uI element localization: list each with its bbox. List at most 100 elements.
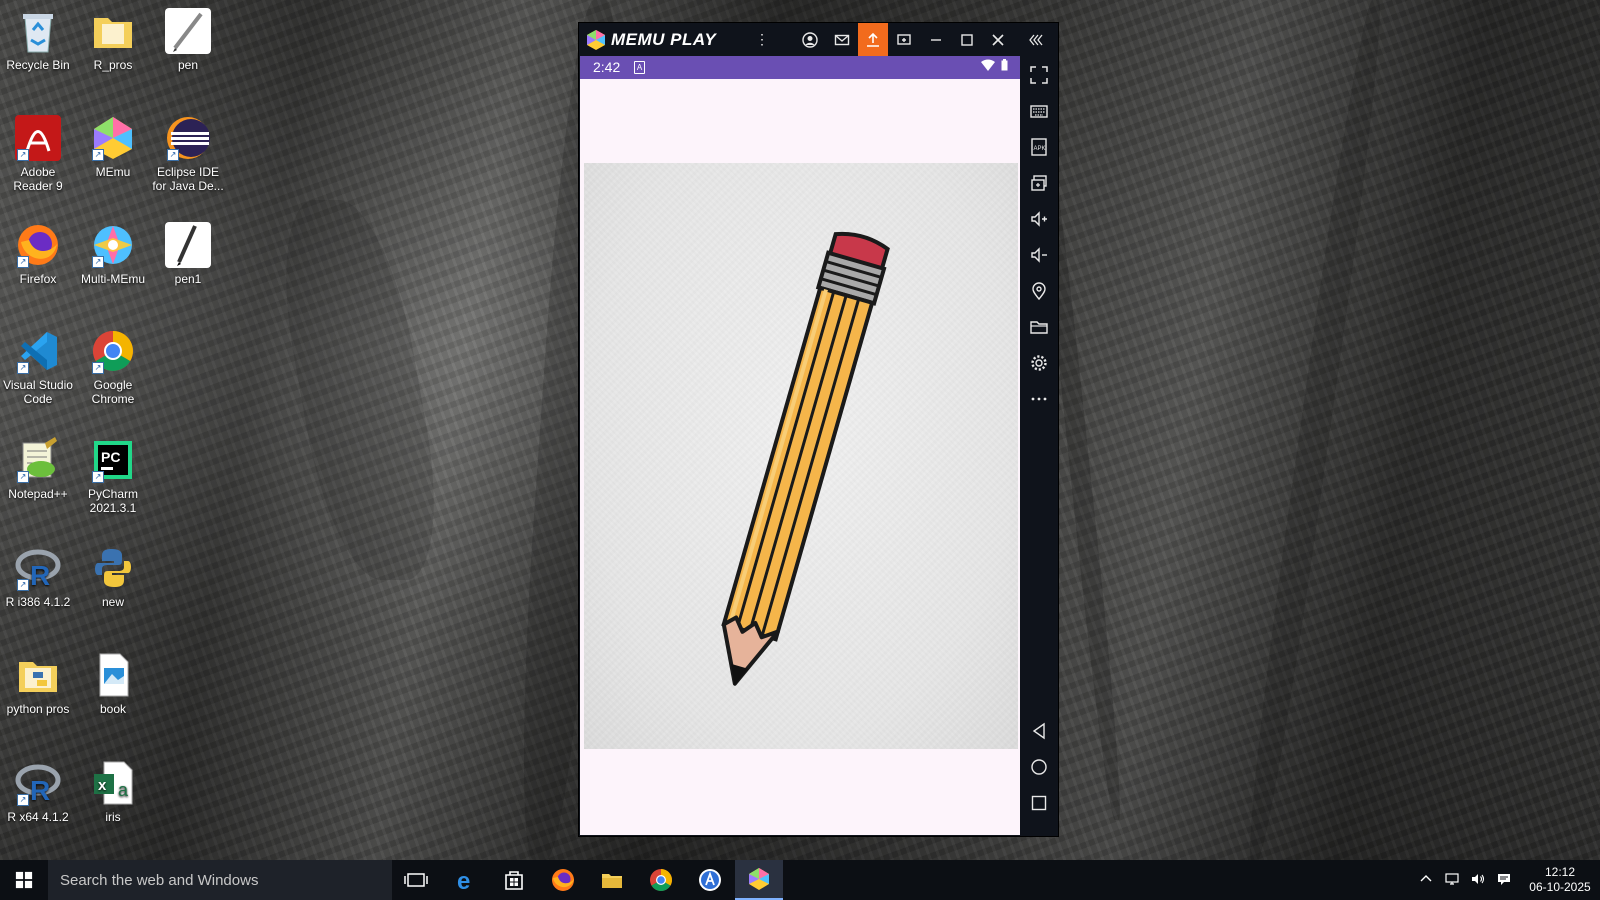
desktop-icon-label: iris: [105, 810, 121, 824]
desktop-icon-pen[interactable]: pen: [152, 8, 224, 72]
desktop-icon-r-x64[interactable]: R ↗ R x64 4.1.2: [2, 760, 74, 824]
shortcut-arrow-icon: ↗: [17, 362, 29, 374]
chrome-taskbar-icon[interactable]: [637, 860, 685, 900]
memu-title: MEMU PLAY: [611, 30, 717, 49]
pencil-drawing-image[interactable]: [584, 163, 1018, 749]
svg-text:PC: PC: [101, 449, 120, 465]
memu-icon: ↗: [90, 115, 136, 161]
desktop-icon-pycharm[interactable]: PC ↗ PyCharm 2021.3.1: [77, 437, 149, 515]
shortcut-arrow-icon: ↗: [17, 256, 29, 268]
excel-file-icon: xa: [90, 760, 136, 806]
desktop-icon-python-pros[interactable]: python pros: [2, 652, 74, 716]
memu-logo-icon: [587, 30, 605, 50]
svg-text:R: R: [30, 560, 50, 591]
network-icon[interactable]: [1444, 871, 1460, 890]
volume-down-icon[interactable]: [1024, 240, 1054, 270]
shortcut-arrow-icon: ↗: [17, 149, 29, 161]
desktop-icon-recycle-bin[interactable]: Recycle Bin: [2, 8, 74, 72]
shortcut-arrow-icon: ↗: [17, 471, 29, 483]
more-horizontal-icon[interactable]: [1024, 384, 1054, 414]
desktop-icon-label: pen: [177, 58, 199, 72]
account-icon[interactable]: [795, 23, 825, 56]
pencil-drawing: [721, 231, 890, 686]
svg-text:a: a: [118, 780, 129, 800]
status-notification-icon: A: [634, 61, 645, 74]
minimize-icon[interactable]: [921, 23, 951, 56]
desktop-icon-label: Firefox: [19, 272, 57, 286]
windows-start-icon[interactable]: [0, 860, 48, 900]
taskbar: Search the web and Windows e 12:12 06-10…: [0, 860, 1600, 900]
multi-window-icon[interactable]: [1024, 168, 1054, 198]
screen-cast-icon[interactable]: [889, 23, 919, 56]
keyboard-icon[interactable]: [1024, 96, 1054, 126]
desktop-icon-chrome[interactable]: ↗ Google Chrome: [77, 328, 149, 406]
desktop-icon-multi-memu[interactable]: ↗ Multi-MEmu: [77, 222, 149, 286]
status-time: 2:42: [593, 59, 621, 75]
taskbar-clock[interactable]: 12:12 06-10-2025: [1528, 865, 1592, 895]
settings-gear-icon[interactable]: [1024, 348, 1054, 378]
task-view-icon[interactable]: [392, 860, 440, 900]
desktop-icon-notepadpp[interactable]: ↗ Notepad++: [2, 437, 74, 501]
battery-icon: [1001, 59, 1008, 71]
collapse-sidebar-icon[interactable]: [1021, 23, 1051, 56]
desktop-icon-r-i386[interactable]: R ↗ R i386 4.1.2: [2, 545, 74, 609]
android-status-bar: 2:42 A: [580, 56, 1020, 79]
android-back-icon[interactable]: [1024, 716, 1054, 746]
recycle-bin-icon: [15, 8, 61, 54]
fullscreen-icon[interactable]: [1024, 60, 1054, 90]
folder-icon[interactable]: [1024, 312, 1054, 342]
firefox-taskbar-icon[interactable]: [539, 860, 587, 900]
shortcut-arrow-icon: ↗: [167, 149, 179, 161]
desktop-icon-label: R i386 4.1.2: [5, 595, 71, 609]
desktop-icon-memu[interactable]: ↗ MEmu: [77, 115, 149, 179]
mail-icon[interactable]: [827, 23, 857, 56]
edge-icon[interactable]: e: [442, 860, 490, 900]
file-explorer-icon[interactable]: [588, 860, 636, 900]
desktop-icon-label: PyCharm 2021.3.1: [87, 487, 138, 515]
desktop-icon-label: Eclipse IDE for Java De...: [152, 165, 224, 193]
svg-text:APK: APK: [1034, 146, 1046, 152]
desktop-icon-firefox[interactable]: ↗ Firefox: [2, 222, 74, 286]
android-home-icon[interactable]: [1024, 752, 1054, 782]
adobe-reader-icon: ↗: [15, 115, 61, 161]
wallpaper-crack: [266, 200, 454, 580]
desktop-icon-label: book: [99, 702, 127, 716]
app-taskbar-icon[interactable]: [686, 860, 734, 900]
eclipse-icon: ↗: [165, 115, 211, 161]
volume-up-icon[interactable]: [1024, 204, 1054, 234]
svg-text:R: R: [30, 775, 50, 806]
desktop-icon-r-pros[interactable]: R_pros: [77, 8, 149, 72]
taskbar-search-box[interactable]: Search the web and Windows: [48, 860, 392, 900]
maximize-icon[interactable]: [952, 23, 982, 56]
system-tray: 12:12 06-10-2025: [1418, 860, 1592, 900]
image-thumbnail-icon: [165, 222, 211, 268]
volume-icon[interactable]: [1470, 871, 1486, 890]
desktop-icon-new[interactable]: new: [77, 545, 149, 609]
android-recents-icon[interactable]: [1024, 788, 1054, 818]
folder-icon: [15, 652, 61, 698]
location-icon[interactable]: [1024, 276, 1054, 306]
image-file-icon: [90, 652, 136, 698]
chevron-up-icon[interactable]: [1418, 871, 1434, 890]
android-screen[interactable]: 2:42 A: [580, 56, 1020, 835]
memu-window[interactable]: MEMU PLAY ⋮ 2:42 A APK: [579, 23, 1058, 836]
apk-install-icon[interactable]: APK: [1024, 132, 1054, 162]
close-icon[interactable]: [983, 23, 1013, 56]
desktop-icon-eclipse[interactable]: ↗ Eclipse IDE for Java De...: [152, 115, 224, 193]
desktop-icon-pen1[interactable]: pen1: [152, 222, 224, 286]
more-options-icon[interactable]: ⋮: [747, 23, 777, 56]
memu-titlebar[interactable]: MEMU PLAY ⋮: [579, 23, 1058, 56]
upload-icon[interactable]: [858, 23, 888, 56]
search-placeholder: Search the web and Windows: [60, 871, 259, 889]
desktop-icon-book[interactable]: book: [77, 652, 149, 716]
shortcut-arrow-icon: ↗: [92, 149, 104, 161]
desktop-icon-vscode[interactable]: ↗ Visual Studio Code: [2, 328, 74, 406]
desktop-icon-iris[interactable]: xa iris: [77, 760, 149, 824]
store-icon[interactable]: [490, 860, 538, 900]
r-language-icon: R ↗: [15, 545, 61, 591]
desktop-icon-adobe-reader[interactable]: ↗ Adobe Reader 9: [2, 115, 74, 193]
memu-taskbar-icon[interactable]: [735, 860, 783, 900]
notifications-icon[interactable]: [1496, 871, 1512, 890]
pycharm-icon: PC ↗: [90, 437, 136, 483]
clock-date: 06-10-2025: [1529, 880, 1591, 894]
